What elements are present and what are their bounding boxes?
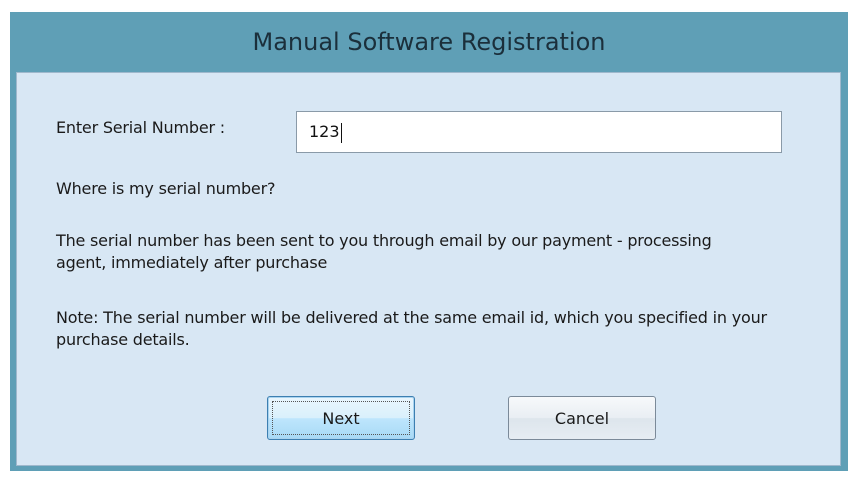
text-caret (340, 122, 342, 143)
next-button-label: Next (322, 408, 360, 428)
cancel-button-label: Cancel (554, 408, 610, 428)
cancel-button[interactable]: Cancel (508, 396, 656, 440)
next-button[interactable]: Next (267, 396, 415, 440)
serial-help-question: Where is my serial number? (56, 179, 276, 198)
serial-number-input[interactable]: 123 (296, 111, 782, 153)
serial-number-value: 123 (309, 122, 340, 141)
serial-help-answer: The serial number has been sent to you t… (56, 231, 712, 272)
serial-number-label: Enter Serial Number : (56, 118, 225, 137)
dialog-title: Manual Software Registration (252, 28, 606, 56)
top-strip (0, 0, 856, 12)
serial-help-note: Note: The serial number will be delivere… (56, 308, 767, 349)
